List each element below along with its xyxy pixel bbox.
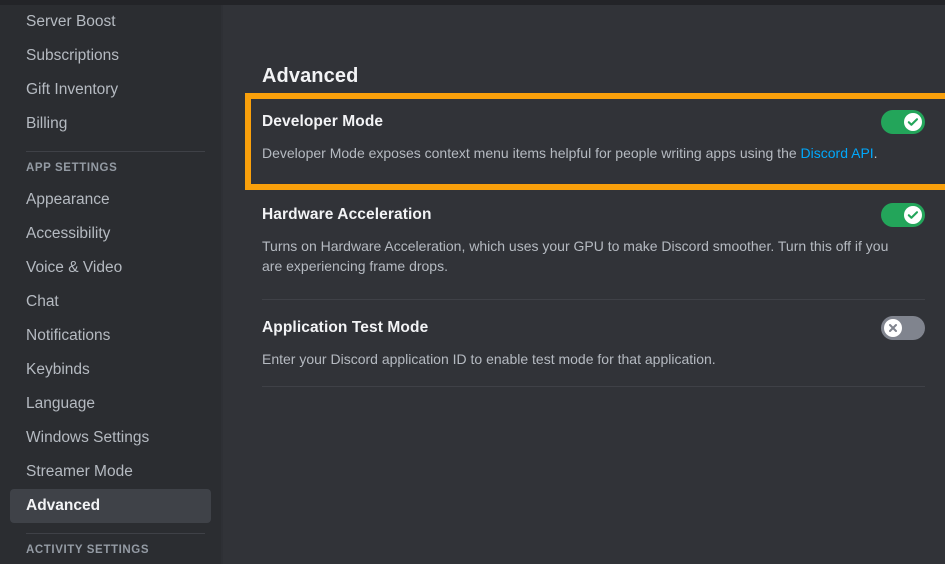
page-title: Advanced <box>262 65 359 87</box>
discord-settings-window: Server Boost Subscriptions Gift Inventory B… <box>0 0 945 564</box>
section-divider <box>262 299 925 300</box>
sidebar-item-label: Voice & Video <box>26 259 123 276</box>
setting-header-row: Developer Mode <box>262 110 925 134</box>
hardware-acceleration-toggle[interactable] <box>881 203 925 227</box>
setting-hardware-acceleration: Hardware Acceleration Turns on Hardware … <box>262 203 925 276</box>
sidebar-item-label: Advanced <box>26 497 101 514</box>
sidebar-item-label: Billing <box>26 115 68 132</box>
setting-description: Developer Mode exposes context menu item… <box>262 143 902 163</box>
setting-header-row: Hardware Acceleration <box>262 203 925 227</box>
sidebar-divider <box>26 533 205 534</box>
toggle-knob <box>904 206 922 224</box>
toggle-knob <box>884 319 902 337</box>
description-text-part-1: Developer Mode exposes context menu item… <box>262 145 801 161</box>
sidebar-section-header: APP SETTINGS <box>26 162 118 174</box>
sidebar-item-label: Accessibility <box>26 225 111 242</box>
sidebar-item-label: Appearance <box>26 191 110 208</box>
sidebar-item-label: Streamer Mode <box>26 463 133 480</box>
sidebar-item-keybinds[interactable]: Keybinds <box>10 353 211 387</box>
developer-mode-toggle[interactable] <box>881 110 925 134</box>
checkmark-icon <box>907 211 919 219</box>
sidebar-item-label: Language <box>26 395 95 412</box>
sidebar-item-server-boost[interactable]: Server Boost <box>10 5 211 39</box>
setting-title: Hardware Acceleration <box>262 206 432 223</box>
sidebar-item-label: Server Boost <box>26 13 116 30</box>
sidebar-item-language[interactable]: Language <box>10 387 211 421</box>
application-test-mode-toggle[interactable] <box>881 316 925 340</box>
sidebar-item-chat[interactable]: Chat <box>10 285 211 319</box>
sidebar-item-advanced[interactable]: Advanced <box>10 489 211 523</box>
description-text-part-2: . <box>873 145 878 161</box>
sidebar-item-label: Subscriptions <box>26 47 120 64</box>
setting-header-row: Application Test Mode <box>262 316 925 340</box>
setting-application-test-mode: Application Test Mode Enter your Discord… <box>262 316 925 369</box>
sidebar-item-billing[interactable]: Billing <box>10 107 211 141</box>
sidebar-item-appearance[interactable]: Appearance <box>10 183 211 217</box>
setting-title: Developer Mode <box>262 113 384 130</box>
sidebar-item-label: Notifications <box>26 327 111 344</box>
setting-description: Enter your Discord application ID to ena… <box>262 351 716 367</box>
sidebar-item-windows-settings[interactable]: Windows Settings <box>10 421 211 455</box>
sidebar-item-label: Keybinds <box>26 361 90 378</box>
sidebar-nav-list: Server Boost Subscriptions Gift Inventory B… <box>0 5 221 556</box>
sidebar-item-label: Windows Settings <box>26 429 150 446</box>
close-x-icon <box>889 324 897 332</box>
sidebar-item-subscriptions[interactable]: Subscriptions <box>10 39 211 73</box>
setting-developer-mode: Developer Mode Developer Mode exposes co… <box>262 110 925 163</box>
sidebar-item-gift-inventory[interactable]: Gift Inventory <box>10 73 211 107</box>
checkmark-icon <box>907 118 919 126</box>
sidebar-section-header: ACTIVITY SETTINGS <box>26 544 150 556</box>
sidebar-item-accessibility[interactable]: Accessibility <box>10 217 211 251</box>
sidebar-item-voice-video[interactable]: Voice & Video <box>10 251 211 285</box>
setting-title: Application Test Mode <box>262 319 429 336</box>
settings-sidebar[interactable]: Server Boost Subscriptions Gift Inventory B… <box>0 5 221 564</box>
section-divider <box>262 386 925 387</box>
sidebar-divider <box>26 151 205 152</box>
sidebar-item-notifications[interactable]: Notifications <box>10 319 211 353</box>
discord-api-link[interactable]: Discord API <box>801 145 874 161</box>
toggle-knob <box>904 113 922 131</box>
sidebar-item-label: Chat <box>26 293 59 310</box>
sidebar-item-streamer-mode[interactable]: Streamer Mode <box>10 455 211 489</box>
setting-description: Turns on Hardware Acceleration, which us… <box>262 238 889 274</box>
settings-content: Advanced Developer Mode Developer Mode e… <box>223 5 945 564</box>
sidebar-item-label: Gift Inventory <box>26 81 119 98</box>
